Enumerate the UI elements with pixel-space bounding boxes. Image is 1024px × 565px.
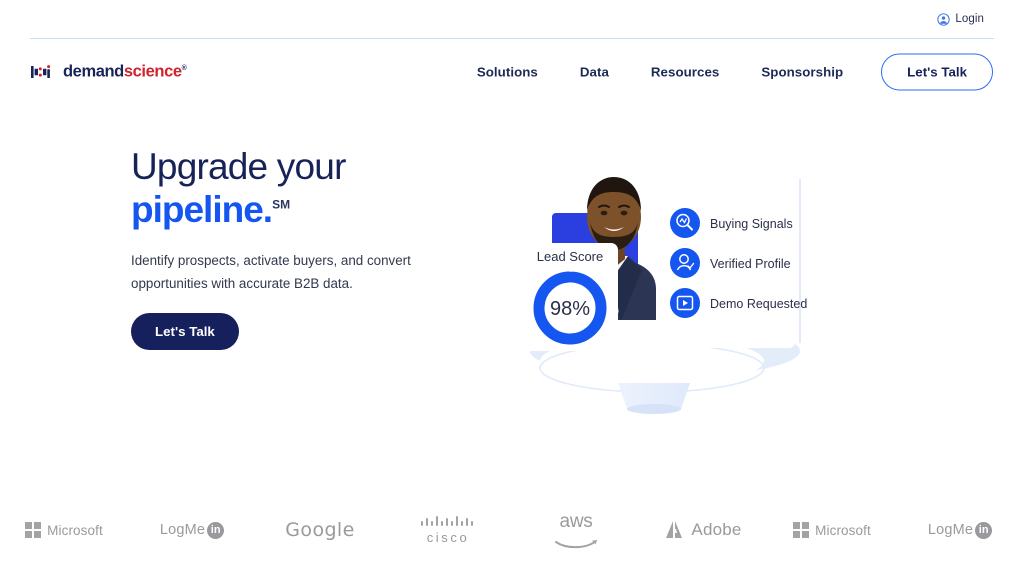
logmein-in-badge: in [207, 522, 224, 539]
logo-wordmark: demandscience® [63, 63, 186, 82]
brand-logo-google: Google [256, 519, 384, 541]
brand-name: Microsoft [815, 523, 871, 538]
nav-item-solutions[interactable]: Solutions [456, 65, 559, 80]
microsoft-grid-icon [793, 522, 809, 538]
feature-label: Demo Requested [710, 297, 807, 311]
brand-name: LogMe [928, 522, 973, 538]
brand-name: cisco [427, 530, 470, 545]
hero-title-line2: pipeline. [131, 189, 272, 230]
lead-score-card: Lead Score 98% [522, 243, 618, 351]
brand-logo-microsoft-1: Microsoft [0, 522, 128, 538]
cisco-bars-icon [420, 515, 476, 528]
logo-word-demand: demand [63, 63, 124, 81]
hero-illustration: Lead Score 98% Buying [500, 165, 830, 465]
login-link[interactable]: Login [937, 13, 984, 26]
brand-name: Google [285, 519, 354, 541]
logo-trademark: ® [182, 65, 187, 72]
customer-logo-strip: Microsoft LogMe in Google [0, 495, 1024, 565]
lead-score-label: Lead Score [537, 249, 604, 264]
hero-section: Upgrade your pipeline.SM Identify prospe… [0, 105, 1024, 495]
utility-bar: Login [0, 0, 1024, 38]
brand-name: Adobe [691, 520, 741, 540]
landing-page: Login demandscience® Solutions Data Reso… [0, 0, 1024, 565]
main-navigation: Solutions Data Resources Sponsorship Let… [456, 54, 993, 91]
hero-lets-talk-button[interactable]: Let's Talk [131, 313, 239, 350]
site-header: demandscience® Solutions Data Resources … [0, 39, 1024, 105]
feature-label: Buying Signals [710, 217, 793, 231]
hero-title-line1: Upgrade your [131, 146, 346, 187]
demandscience-logo-mark-icon [31, 65, 57, 80]
hero-copy: Upgrade your pipeline.SM Identify prospe… [131, 145, 481, 350]
hero-title-superscript: SM [272, 198, 290, 212]
nav-item-resources[interactable]: Resources [630, 65, 740, 80]
brand-name: Microsoft [47, 523, 103, 538]
login-label: Login [955, 13, 984, 25]
brand-logo-microsoft-2: Microsoft [768, 522, 896, 538]
site-logo[interactable]: demandscience® [31, 63, 186, 82]
logmein-in-badge: in [975, 522, 992, 539]
hero-subtitle: Identify prospects, activate buyers, and… [131, 249, 416, 295]
feature-label: Verified Profile [710, 257, 791, 271]
user-circle-icon [937, 13, 950, 26]
header-lets-talk-button[interactable]: Let's Talk [881, 54, 993, 91]
lead-score-value: 98% [550, 298, 590, 320]
logo-word-science: science [124, 63, 182, 81]
feature-list: Buying Signals Verified Profile [670, 208, 807, 318]
adobe-a-icon [666, 521, 686, 539]
brand-logo-logmein-1: LogMe in [128, 522, 256, 539]
brand-logo-cisco: cisco [384, 515, 512, 545]
aws-smile-icon [554, 539, 598, 550]
brand-name: LogMe [160, 522, 205, 538]
nav-item-sponsorship[interactable]: Sponsorship [740, 65, 864, 80]
brand-logo-aws: aws [512, 511, 640, 550]
microsoft-grid-icon [25, 522, 41, 538]
hero-title: Upgrade your pipeline.SM [131, 145, 481, 232]
brand-logo-logmein-2: LogMe in [896, 522, 1024, 539]
brand-name: aws [560, 511, 593, 533]
nav-item-data[interactable]: Data [559, 65, 630, 80]
brand-logo-adobe: Adobe [640, 520, 768, 540]
